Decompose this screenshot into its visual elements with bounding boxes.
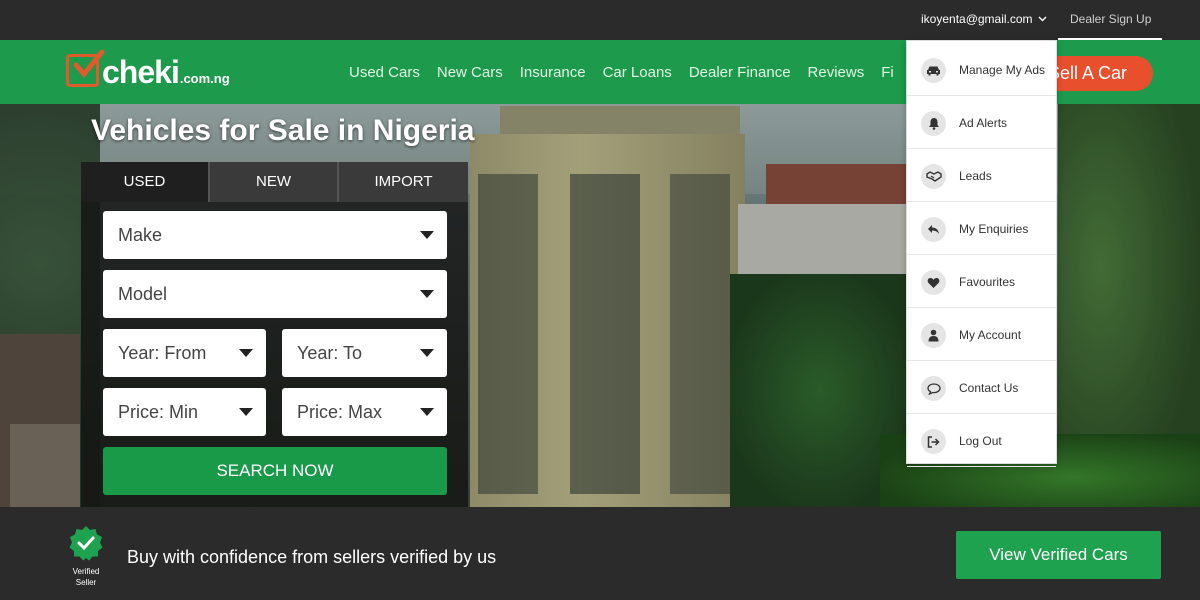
- price-min-select[interactable]: Price: Min: [103, 388, 266, 436]
- menu-item-ad-alerts[interactable]: Ad Alerts: [907, 96, 1056, 149]
- tab-import[interactable]: IMPORT: [338, 162, 468, 202]
- menu-item-label: Favourites: [959, 275, 1016, 289]
- search-now-button[interactable]: SEARCH NOW: [103, 447, 447, 495]
- model-select[interactable]: Model: [103, 270, 447, 318]
- logo-suffix: .com.ng: [179, 71, 230, 86]
- badge-label-line2: Seller: [75, 578, 97, 587]
- nav-new-cars[interactable]: New Cars: [437, 64, 503, 81]
- year-to-select[interactable]: Year: To: [282, 329, 447, 377]
- logout-icon: [921, 429, 946, 454]
- tab-new[interactable]: NEW: [208, 162, 338, 202]
- account-dropdown-menu: Manage My Ads Ad Alerts Leads My Enquiri…: [906, 40, 1057, 467]
- menu-item-my-enquiries[interactable]: My Enquiries: [907, 202, 1056, 255]
- make-select[interactable]: Make: [103, 211, 447, 259]
- handshake-icon: [921, 164, 946, 189]
- user-icon: [921, 323, 946, 348]
- nav-links: Used Cars New Cars Insurance Car Loans D…: [349, 64, 894, 81]
- reply-icon: [921, 217, 946, 242]
- nav-reviews[interactable]: Reviews: [808, 64, 865, 81]
- nav-car-loans[interactable]: Car Loans: [603, 64, 672, 81]
- caret-down-icon: [239, 349, 253, 357]
- year-from-select[interactable]: Year: From: [103, 329, 266, 377]
- verified-banner: Verified Seller Buy with confidence from…: [0, 507, 1200, 600]
- tab-used[interactable]: USED: [81, 162, 208, 202]
- site-logo[interactable]: cheki .com.ng: [66, 49, 230, 90]
- make-select-value: Make: [118, 225, 163, 245]
- price-max-select[interactable]: Price: Max: [282, 388, 447, 436]
- menu-item-favourites[interactable]: Favourites: [907, 255, 1056, 308]
- caret-down-icon: [420, 231, 434, 239]
- menu-item-manage-my-ads[interactable]: Manage My Ads: [907, 43, 1056, 96]
- car-icon: [921, 58, 946, 83]
- verified-check-icon: [69, 526, 103, 561]
- price-min-value: Price: Min: [118, 402, 199, 422]
- nav-truncated-link[interactable]: Fi: [881, 64, 894, 81]
- top-bar: ikoyenta@gmail.com Dealer Sign Up: [0, 0, 1200, 40]
- menu-item-leads[interactable]: Leads: [907, 149, 1056, 202]
- menu-item-label: Leads: [959, 169, 992, 183]
- menu-item-label: Contact Us: [959, 381, 1019, 395]
- search-tabs: USED NEW IMPORT: [81, 162, 468, 202]
- menu-item-contact-us[interactable]: Contact Us: [907, 361, 1056, 414]
- caret-down-icon: [420, 349, 434, 357]
- menu-item-label: My Account: [959, 328, 1022, 342]
- account-email: ikoyenta@gmail.com: [921, 12, 1033, 26]
- badge-label-line1: Verified: [72, 567, 100, 576]
- menu-item-log-out[interactable]: Log Out: [907, 414, 1056, 467]
- caret-down-icon: [239, 408, 253, 416]
- chevron-down-icon: [1038, 16, 1047, 22]
- caret-down-icon: [420, 290, 434, 298]
- menu-item-my-account[interactable]: My Account: [907, 308, 1056, 361]
- heart-icon: [921, 270, 946, 295]
- bell-icon: [921, 111, 946, 136]
- nav-dealer-finance[interactable]: Dealer Finance: [689, 64, 791, 81]
- logo-check-icon: [66, 49, 105, 87]
- year-from-value: Year: From: [118, 343, 207, 363]
- account-menu-toggle[interactable]: ikoyenta@gmail.com: [921, 12, 1047, 26]
- menu-item-label: Log Out: [959, 434, 1002, 448]
- menu-item-label: Manage My Ads: [959, 63, 1046, 77]
- verified-tagline: Buy with confidence from sellers verifie…: [127, 547, 497, 567]
- year-to-value: Year: To: [297, 343, 363, 363]
- menu-item-label: Ad Alerts: [959, 116, 1008, 130]
- nav-used-cars[interactable]: Used Cars: [349, 64, 420, 81]
- caret-down-icon: [420, 408, 434, 416]
- nav-insurance[interactable]: Insurance: [520, 64, 586, 81]
- verified-seller-badge: Verified Seller: [66, 525, 106, 588]
- view-verified-cars-button[interactable]: View Verified Cars: [956, 531, 1161, 579]
- page-title: Vehicles for Sale in Nigeria: [91, 114, 475, 147]
- dealer-signup-link[interactable]: Dealer Sign Up: [1070, 12, 1151, 26]
- logo-name: cheki: [102, 54, 180, 90]
- menu-item-label: My Enquiries: [959, 222, 1029, 236]
- model-select-value: Model: [118, 284, 168, 304]
- search-panel: USED NEW IMPORT Make Model Year: From Ye…: [81, 162, 468, 507]
- price-max-value: Price: Max: [297, 402, 383, 422]
- chat-bubble-icon: [921, 376, 946, 401]
